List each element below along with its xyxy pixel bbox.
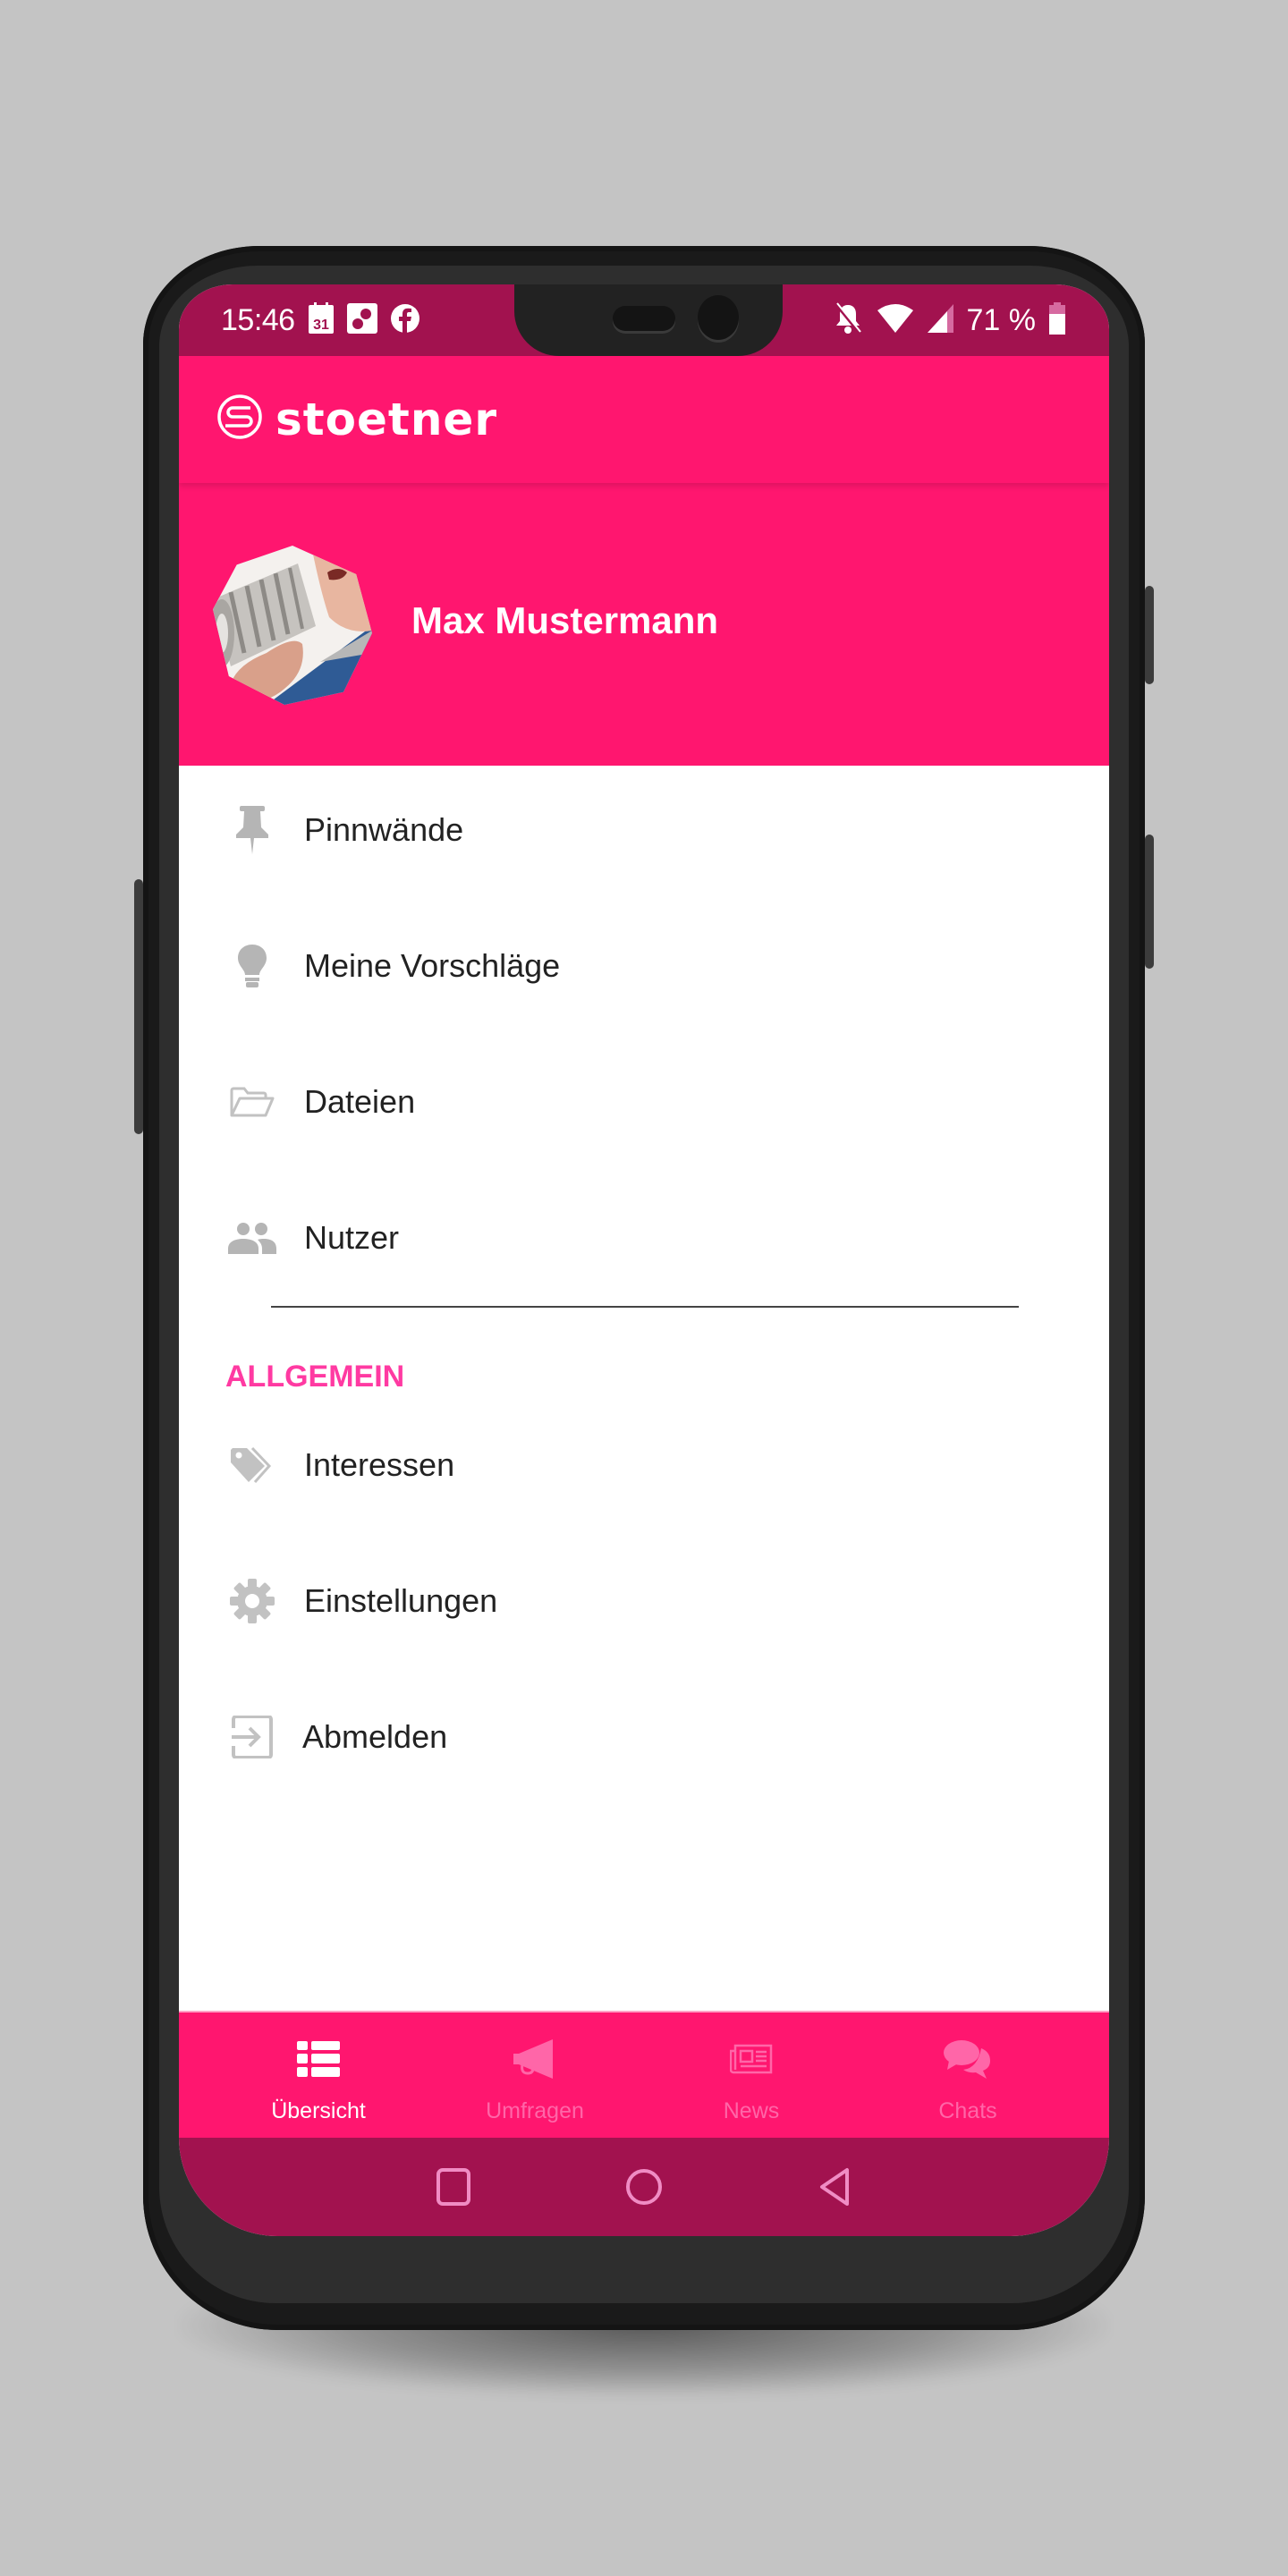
menu-item-label: Dateien	[304, 1083, 416, 1120]
nav-tab-news[interactable]: News	[644, 2012, 859, 2138]
nav-tab-chats[interactable]: Chats	[860, 2012, 1075, 2138]
newspaper-icon	[730, 2032, 773, 2086]
nav-tab-label: Umfragen	[486, 2098, 584, 2123]
battery-percent: 71 %	[966, 303, 1037, 337]
nav-tab-label: Chats	[938, 2098, 997, 2123]
battery-icon	[1048, 302, 1066, 339]
status-bar: 15:46 31 71 %	[179, 284, 1109, 356]
facebook-icon	[390, 303, 420, 338]
status-time: 15:46	[221, 303, 295, 337]
menu-item-label: Abmelden	[302, 1718, 448, 1755]
home-button[interactable]	[622, 2165, 666, 2209]
pin-icon	[224, 801, 281, 859]
chat-bubbles-icon	[944, 2032, 992, 2086]
megaphone-icon	[513, 2032, 556, 2086]
folder-open-icon	[224, 1073, 281, 1131]
profile-name: Max Mustermann	[411, 599, 719, 641]
menu-item-nutzer[interactable]: Nutzer	[179, 1184, 1109, 1292]
calendar-day-text: 31	[313, 318, 329, 333]
menu-item-label: Einstellungen	[304, 1582, 498, 1619]
notifications-off-icon	[833, 302, 863, 339]
menu-item-label: Meine Vorschläge	[304, 947, 561, 984]
section-title-allgemein: ALLGEMEIN	[225, 1360, 405, 1394]
tags-icon	[224, 1436, 281, 1494]
wifi-icon	[876, 303, 915, 338]
recents-icon	[436, 2168, 470, 2206]
menu-divider	[271, 1306, 1019, 1308]
system-navigation-bar	[179, 2138, 1109, 2236]
app-bar: stoetner	[179, 356, 1109, 483]
menu-item-interessen[interactable]: Interessen	[179, 1411, 1109, 1519]
recents-button[interactable]	[431, 2165, 476, 2209]
list-icon	[297, 2032, 340, 2086]
signal-icon	[927, 304, 954, 337]
menu-item-label: Interessen	[304, 1446, 455, 1483]
nav-tab-uebersicht[interactable]: Übersicht	[211, 2012, 426, 2138]
logo-emblem-icon	[216, 394, 263, 445]
nav-tab-umfragen[interactable]: Umfragen	[428, 2012, 642, 2138]
menu-item-abmelden[interactable]: Abmelden	[179, 1683, 1109, 1791]
phone-screen: 15:46 31 71 % stoetner Max Mustermann Pi…	[179, 284, 1109, 2236]
menu-item-label: Pinnwände	[304, 811, 464, 848]
gear-icon	[224, 1572, 281, 1630]
display-notch	[514, 284, 783, 356]
menu-item-meine-vorschlaege[interactable]: Meine Vorschläge	[179, 912, 1109, 1020]
back-icon	[820, 2168, 849, 2206]
lightbulb-icon	[224, 937, 281, 995]
bottom-navigation: Übersicht Umfragen News Chats	[179, 2011, 1109, 2138]
nav-tab-label: News	[723, 2098, 780, 2123]
menu-item-einstellungen[interactable]: Einstellungen	[179, 1547, 1109, 1655]
menu-item-label: Nutzer	[304, 1219, 400, 1256]
users-icon	[224, 1209, 281, 1267]
calendar-icon: 31	[308, 302, 335, 339]
brand-logo[interactable]: stoetner	[216, 394, 497, 445]
earpiece-speaker	[613, 306, 675, 331]
photos-icon	[346, 303, 377, 338]
menu-item-pinnwaende[interactable]: Pinnwände	[179, 776, 1109, 884]
phone-side-button-left	[134, 879, 143, 1134]
home-icon	[626, 2169, 662, 2205]
menu-item-dateien[interactable]: Dateien	[179, 1048, 1109, 1156]
nav-tab-label: Übersicht	[271, 2098, 366, 2123]
phone-volume-button	[1145, 835, 1154, 969]
back-button[interactable]	[812, 2165, 857, 2209]
avatar[interactable]	[213, 546, 372, 705]
logo-text: stoetner	[275, 393, 497, 445]
front-camera	[698, 295, 739, 340]
sign-out-icon	[224, 1708, 281, 1766]
profile-header: Max Mustermann	[179, 483, 1109, 766]
phone-power-button	[1145, 586, 1154, 684]
